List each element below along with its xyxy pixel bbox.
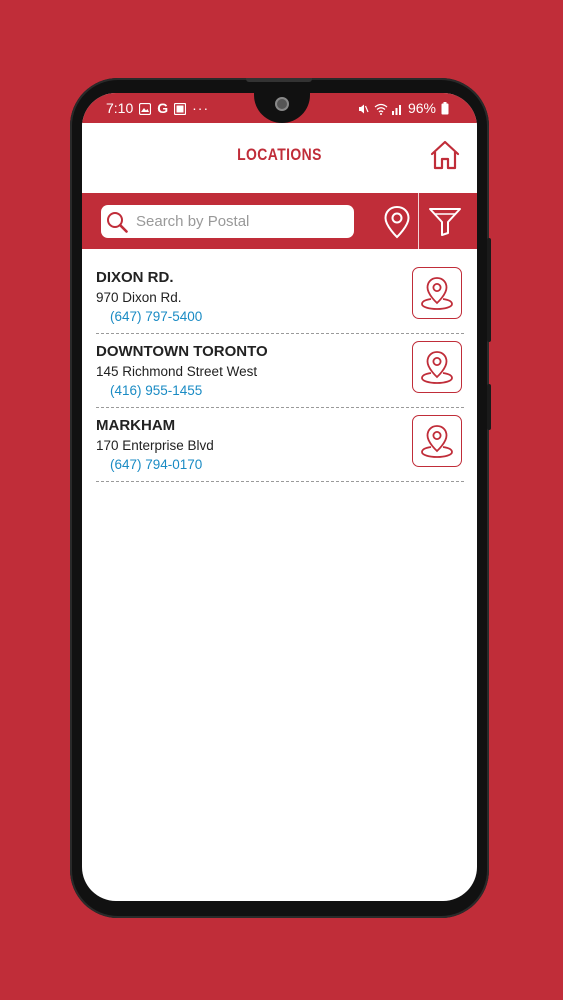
map-directions-button[interactable] xyxy=(412,267,462,319)
location-item: MARKHAM 170 Enterprise Blvd (647) 794-01… xyxy=(96,409,464,482)
location-name: DOWNTOWN TORONTO xyxy=(96,343,268,360)
location-address: 145 Richmond Street West xyxy=(96,364,258,379)
image-notification-icon xyxy=(174,102,187,116)
location-phone-link[interactable]: (647) 794-0170 xyxy=(110,457,202,472)
map-directions-button[interactable] xyxy=(412,415,462,467)
current-location-button[interactable] xyxy=(382,205,412,239)
wifi-icon xyxy=(374,102,388,115)
map-pin-icon xyxy=(421,351,453,384)
home-button[interactable] xyxy=(429,139,461,171)
map-directions-button[interactable] xyxy=(412,341,462,393)
search-box xyxy=(101,205,354,238)
location-list: DIXON RD. 970 Dixon Rd. (647) 797-5400 D… xyxy=(96,261,464,483)
location-item: DOWNTOWN TORONTO 145 Richmond Street Wes… xyxy=(96,335,464,408)
battery-icon xyxy=(441,102,453,115)
home-icon xyxy=(430,140,460,170)
map-pin-icon xyxy=(421,277,453,310)
search-bar xyxy=(82,193,477,249)
front-camera xyxy=(275,97,289,111)
volume-button xyxy=(487,238,491,342)
location-address: 970 Dixon Rd. xyxy=(96,290,182,305)
location-item: DIXON RD. 970 Dixon Rd. (647) 797-5400 xyxy=(96,261,464,334)
location-phone-link[interactable]: (416) 955-1455 xyxy=(110,383,202,398)
search-input[interactable] xyxy=(134,212,338,231)
location-address: 170 Enterprise Blvd xyxy=(96,438,214,453)
location-phone-link[interactable]: (647) 797-5400 xyxy=(110,309,202,324)
power-button xyxy=(487,384,491,430)
app-screen: 7:10 G ··· 96% LOCATIONS Search by Posta… xyxy=(82,93,477,901)
map-pin-icon xyxy=(421,425,453,458)
app-header: LOCATIONS xyxy=(82,123,477,193)
more-notifications-icon: ··· xyxy=(192,100,210,116)
search-icon xyxy=(106,211,128,233)
speaker-grille xyxy=(246,78,312,82)
location-name: DIXON RD. xyxy=(96,269,174,286)
toolbar-divider xyxy=(418,193,419,249)
gallery-icon xyxy=(139,102,152,116)
filter-button[interactable] xyxy=(427,207,463,237)
location-name: MARKHAM xyxy=(96,417,176,434)
location-pin-icon xyxy=(384,205,410,239)
mute-icon xyxy=(357,102,369,114)
signal-icon xyxy=(391,102,403,115)
page-title: LOCATIONS xyxy=(237,145,322,164)
battery-percent: 96% xyxy=(407,100,436,116)
phone-frame: 7:10 G ··· 96% LOCATIONS Search by Posta… xyxy=(70,78,491,918)
filter-icon xyxy=(429,208,461,236)
status-time: 7:10 xyxy=(106,100,134,116)
google-icon: G xyxy=(157,100,169,116)
